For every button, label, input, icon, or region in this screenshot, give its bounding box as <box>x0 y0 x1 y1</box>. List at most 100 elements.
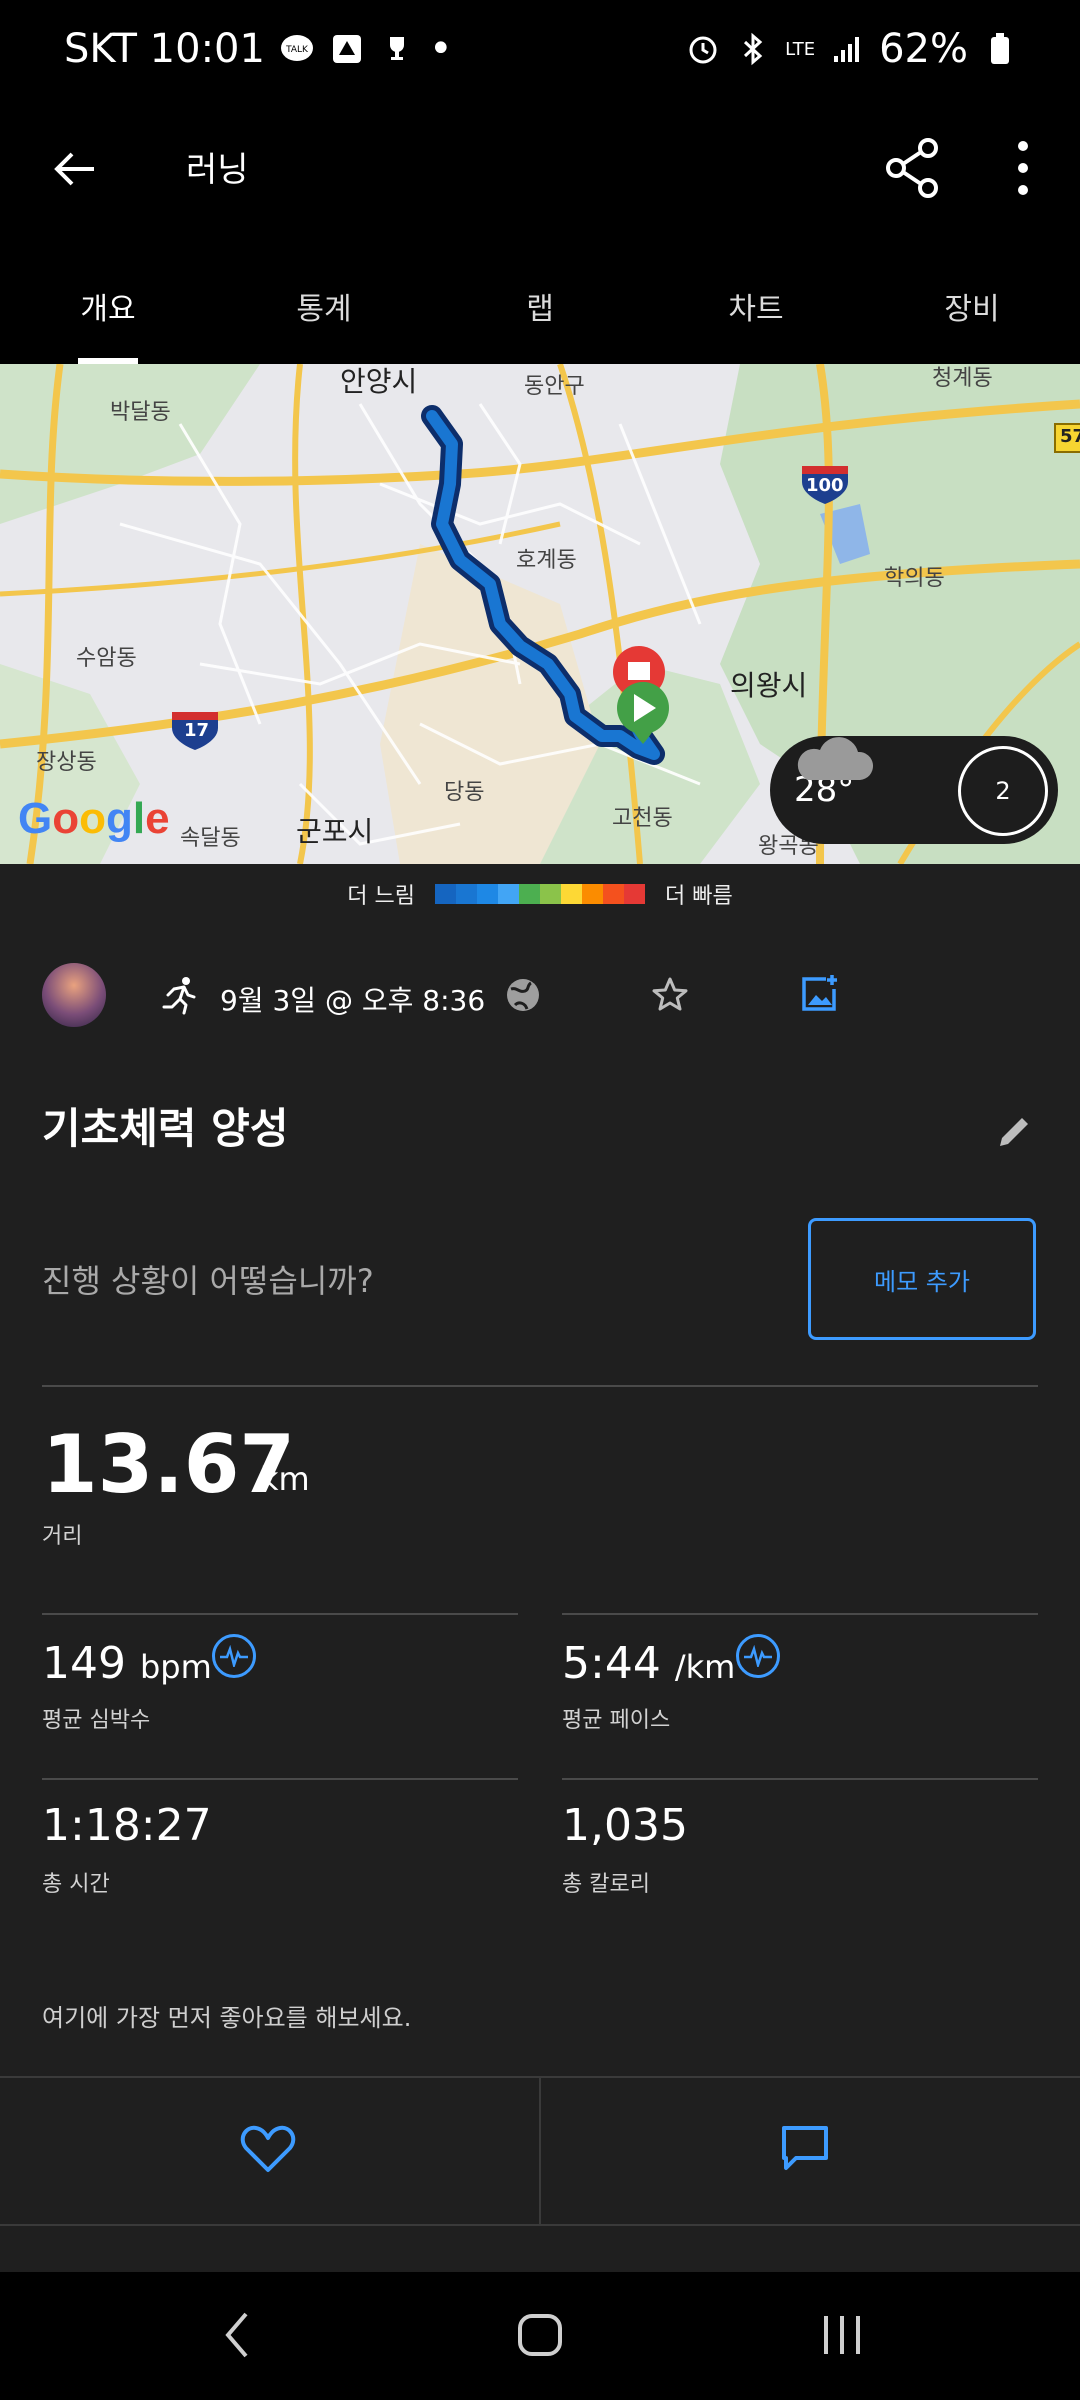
map-label: 동안구 <box>524 374 585 399</box>
pace-color-segment <box>456 884 477 904</box>
route-map[interactable]: 안양시 동안구 청계동 박달동 호계동 학의동 의왕시 수암동 장상동 속달동 … <box>0 364 1080 864</box>
bluetooth-icon <box>735 31 771 67</box>
pace-color-segment <box>603 884 624 904</box>
avg-hr-stat: 149 bpm <box>42 1638 212 1689</box>
divider <box>539 2078 541 2224</box>
edit-pencil-icon[interactable] <box>994 1112 1034 1152</box>
avg-pace-stat: 5:44 /km <box>562 1638 735 1689</box>
nav-back-icon[interactable] <box>222 2310 252 2360</box>
nav-recents-icon[interactable] <box>820 2310 864 2360</box>
route-shield-57: 57 <box>1060 426 1080 447</box>
more-notifications-dot: • <box>428 26 453 72</box>
pace-zone-icon[interactable] <box>736 1634 780 1678</box>
globe-icon[interactable] <box>503 975 543 1015</box>
heart-rate-zone-icon[interactable] <box>212 1634 256 1678</box>
map-label: 학의동 <box>884 566 945 591</box>
tab-bar: 개요 통계 랩 차트 장비 <box>0 248 1080 364</box>
pace-color-segment <box>582 884 603 904</box>
pace-faster-label: 더 빠름 <box>665 884 733 909</box>
route-shield-100: 100 <box>806 475 844 496</box>
pace-color-segment <box>435 884 456 904</box>
map-label: 속달동 <box>180 826 241 851</box>
pace-color-bar <box>435 884 645 904</box>
running-icon <box>162 977 196 1015</box>
avg-hr-value: 149 <box>42 1638 126 1689</box>
activity-date: 9월 3일 @ 오후 8:36 <box>220 984 486 1017</box>
alarm-icon <box>685 31 721 67</box>
divider <box>42 1385 1038 1387</box>
map-label: 수암동 <box>76 646 137 671</box>
add-photo-icon[interactable] <box>800 973 840 1013</box>
battery-percent: 62% <box>879 26 968 72</box>
total-time-label: 총 시간 <box>42 1872 110 1897</box>
divider <box>562 1778 1038 1780</box>
kakaotalk-icon: TALK <box>279 31 315 67</box>
divider <box>42 1613 518 1615</box>
map-label: 호계동 <box>516 548 577 573</box>
add-memo-button[interactable]: 메모 추가 <box>808 1218 1036 1340</box>
pace-color-segment <box>624 884 645 904</box>
divider <box>42 1778 518 1780</box>
tab-gear[interactable]: 장비 <box>864 248 1080 364</box>
weather-chip: 28° 2 <box>770 736 1058 844</box>
map-label: 군포시 <box>296 815 374 848</box>
pace-color-segment <box>477 884 498 904</box>
distance-unit: km <box>260 1460 310 1498</box>
share-icon[interactable] <box>884 138 940 198</box>
nav-home-icon[interactable] <box>516 2310 564 2360</box>
svg-text:TALK: TALK <box>285 45 309 55</box>
divider <box>562 1613 1038 1615</box>
avg-pace-value: 5:44 <box>562 1638 661 1689</box>
avatar[interactable] <box>42 963 106 1027</box>
lap-count-badge[interactable]: 2 <box>958 746 1048 836</box>
more-vert-icon[interactable] <box>1008 138 1038 198</box>
activity-title: 기초체력 양성 <box>42 1104 289 1153</box>
system-nav-bar <box>0 2272 1080 2400</box>
pace-legend: 더 느림 더 빠름 <box>0 864 1080 924</box>
star-icon[interactable] <box>650 975 690 1015</box>
pace-color-segment <box>540 884 561 904</box>
back-arrow-icon[interactable] <box>50 144 100 194</box>
map-label: 안양시 <box>340 365 418 398</box>
map-label: 장상동 <box>36 750 97 775</box>
map-label: 박달동 <box>110 400 171 425</box>
lap-count: 2 <box>995 777 1011 805</box>
tab-overview[interactable]: 개요 <box>0 248 216 364</box>
calories-value: 1,035 <box>562 1800 688 1851</box>
avg-pace-unit: /km <box>674 1648 736 1686</box>
heart-icon[interactable] <box>240 2124 296 2174</box>
pace-color-segment <box>561 884 582 904</box>
route-shield-17: 17 <box>184 720 210 741</box>
distance-label: 거리 <box>42 1524 83 1549</box>
comment-icon[interactable] <box>780 2124 830 2174</box>
network-type: LTE <box>785 38 816 60</box>
signal-icon <box>829 31 865 67</box>
pace-color-segment <box>498 884 519 904</box>
page-title: 러닝 <box>186 150 249 190</box>
avg-pace-label: 평균 페이스 <box>562 1708 671 1733</box>
carrier-time: SKT 10:01 <box>64 26 265 72</box>
map-label: 청계동 <box>932 366 993 391</box>
tab-stats[interactable]: 통계 <box>216 248 432 364</box>
status-question[interactable]: 진행 상황이 어떻습니까? <box>42 1256 374 1302</box>
calories-label: 총 칼로리 <box>562 1872 650 1897</box>
avg-hr-label: 평균 심박수 <box>42 1708 151 1733</box>
battery-icon <box>982 31 1018 67</box>
pace-color-segment <box>519 884 540 904</box>
like-cta-text: 여기에 가장 먼저 좋아요를 해보세요. <box>42 2004 412 2032</box>
cloud-icon <box>797 737 874 780</box>
map-label: 의왕시 <box>730 669 808 702</box>
distance-value: 13.67 <box>42 1418 296 1511</box>
activity-meta-row: 9월 3일 @ 오후 8:36 <box>0 955 1080 1039</box>
tab-charts[interactable]: 차트 <box>648 248 864 364</box>
social-actions <box>0 2076 1080 2226</box>
map-label: 고천동 <box>612 806 673 831</box>
tab-laps[interactable]: 랩 <box>432 248 648 364</box>
map-label: 당동 <box>444 780 485 805</box>
notification-icon <box>329 31 365 67</box>
pace-slower-label: 더 느림 <box>347 884 415 909</box>
google-logo: Google <box>18 794 170 843</box>
trophy-icon <box>379 31 415 67</box>
total-time-value: 1:18:27 <box>42 1800 212 1851</box>
status-bar: SKT 10:01 TALK • LTE 62% <box>0 0 1080 108</box>
